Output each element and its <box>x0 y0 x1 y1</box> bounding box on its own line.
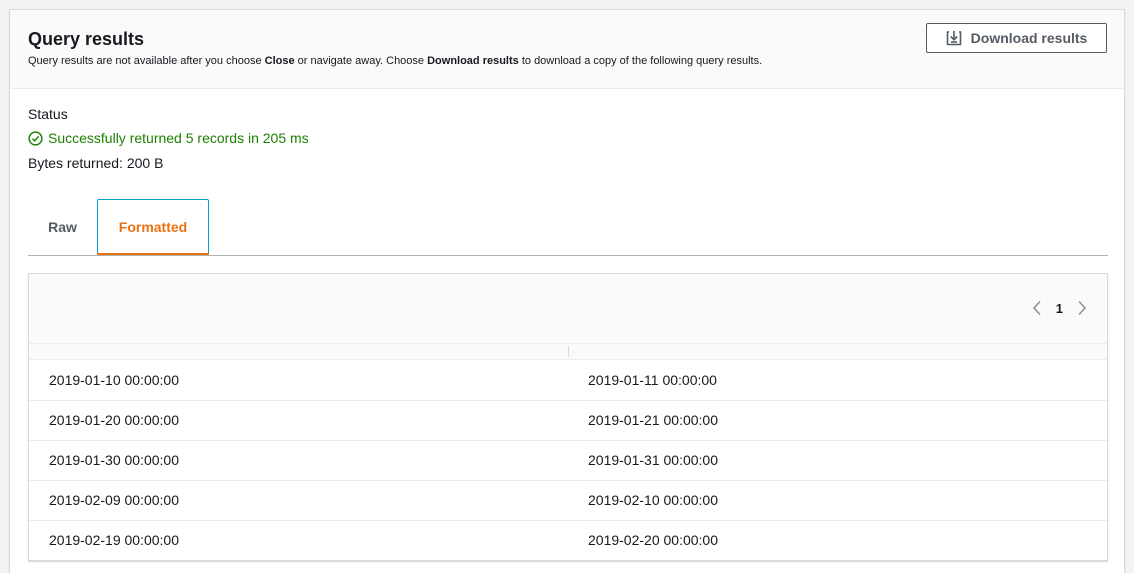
status-message: Successfully returned 5 records in 205 m… <box>48 130 309 146</box>
table-row: 2019-01-10 00:00:00 2019-01-11 00:00:00 <box>29 360 1107 400</box>
pagination: 1 <box>1032 300 1087 316</box>
table-cell: 2019-01-30 00:00:00 <box>49 452 179 468</box>
table-cell: 2019-01-10 00:00:00 <box>49 371 179 388</box>
result-tabs: Raw Formatted <box>28 199 1108 256</box>
table-cell: 2019-01-11 00:00:00 <box>588 371 717 388</box>
bytes-returned: Bytes returned: 200 B <box>28 155 164 171</box>
desc-text-2: or navigate away. Choose <box>294 55 428 67</box>
table-cell: 2019-02-19 00:00:00 <box>49 532 179 549</box>
table-cell: 2019-01-21 00:00:00 <box>588 412 718 428</box>
table-header: 1 <box>29 274 1107 344</box>
check-circle-icon <box>28 130 43 146</box>
desc-close-emphasis: Close <box>264 55 295 67</box>
desc-text-1: Query results are not available after yo… <box>28 55 265 67</box>
results-table-container: 1 2019-01-10 00:00:00 2019-01-11 00:00:0… <box>28 273 1108 561</box>
desc-download-emphasis: Download results <box>427 55 519 67</box>
table-cell: 2019-02-09 00:00:00 <box>49 492 179 508</box>
desc-text-3: to download a copy of the following quer… <box>518 55 763 67</box>
tab-raw[interactable]: Raw <box>28 199 97 255</box>
download-results-button[interactable]: Download results <box>926 23 1107 53</box>
column-header-row <box>29 344 1107 360</box>
table-cell: 2019-02-10 00:00:00 <box>588 492 718 508</box>
results-table: 2019-01-10 00:00:00 2019-01-11 00:00:00 … <box>29 360 1107 560</box>
table-cell: 2019-01-31 00:00:00 <box>588 452 718 468</box>
table-cell: 2019-01-20 00:00:00 <box>49 412 179 428</box>
status-label: Status <box>28 106 68 122</box>
page-title: Query results <box>28 29 145 49</box>
table-row: 2019-01-30 00:00:00 2019-01-31 00:00:00 <box>29 440 1107 480</box>
chevron-left-icon[interactable] <box>1032 300 1042 316</box>
tab-formatted[interactable]: Formatted <box>97 199 209 255</box>
query-results-panel: Query results Query results are not avai… <box>9 9 1125 573</box>
current-page-number[interactable]: 1 <box>1056 301 1063 316</box>
table-row: 2019-01-20 00:00:00 2019-01-21 00:00:00 <box>29 400 1107 440</box>
download-icon <box>946 30 962 46</box>
table-cell: 2019-02-20 00:00:00 <box>588 532 718 549</box>
column-divider[interactable] <box>568 346 569 357</box>
panel-description: Query results are not available after yo… <box>28 55 762 67</box>
download-button-label: Download results <box>970 30 1088 46</box>
status-message-row: Successfully returned 5 records in 205 m… <box>28 130 309 146</box>
table-row: 2019-02-09 00:00:00 2019-02-10 00:00:00 <box>29 480 1107 520</box>
chevron-right-icon[interactable] <box>1077 300 1087 316</box>
panel-header: Query results Query results are not avai… <box>10 10 1124 89</box>
table-row: 2019-02-19 00:00:00 2019-02-20 00:00:00 <box>29 520 1107 560</box>
